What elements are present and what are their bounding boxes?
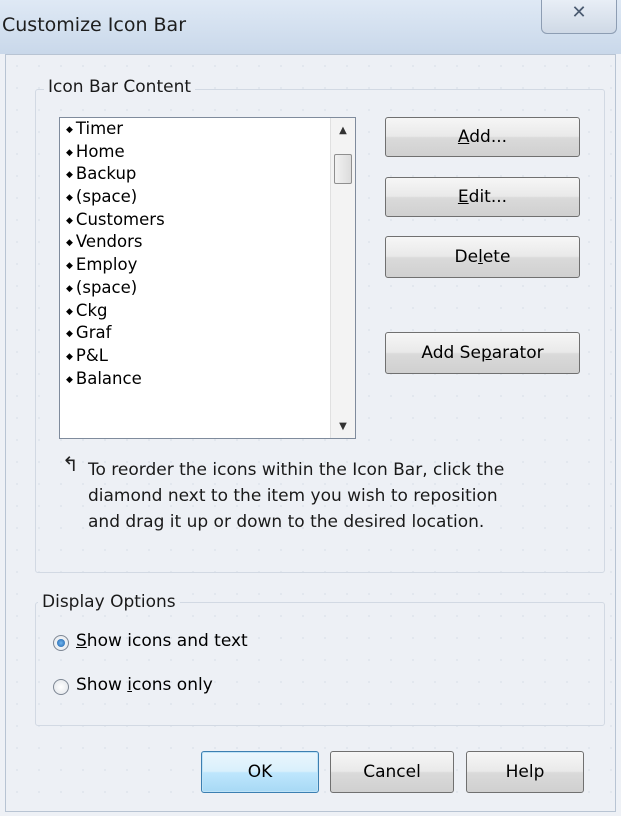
list-item[interactable]: ◆ Balance — [60, 368, 355, 391]
list-item-label: (space) — [75, 187, 138, 207]
scroll-down-arrow-icon[interactable]: ▼ — [331, 416, 355, 438]
list-item-label: Customers — [75, 209, 165, 229]
ok-button[interactable]: OK — [201, 751, 319, 793]
add-separator-label-post: arator — [491, 343, 544, 363]
list-item[interactable]: ◆ Ckg — [60, 300, 355, 323]
reorder-hint-line-2: diamond next to the item you wish to rep… — [88, 486, 498, 506]
window-title: Customize Icon Bar — [2, 14, 187, 36]
list-item-label: Graf — [75, 323, 112, 343]
add-separator-button[interactable]: Add Separator — [385, 332, 580, 374]
close-button[interactable]: ✕ — [541, 0, 617, 34]
cancel-button[interactable]: Cancel — [330, 751, 454, 793]
customize-icon-bar-window: Customize Icon Bar ✕ Icon Bar Content ◆ T… — [0, 0, 621, 816]
list-item[interactable]: ◆ Home — [60, 141, 355, 164]
delete-button-label-post: ete — [482, 247, 511, 267]
reorder-arrow-icon: ↰ — [62, 452, 79, 476]
diamond-icon[interactable]: ◆ — [66, 329, 73, 339]
show-icons-only-radio[interactable] — [53, 679, 69, 695]
title-bar[interactable]: Customize Icon Bar ✕ — [0, 0, 621, 54]
show-icons-and-text-label[interactable]: Show icons and text — [76, 631, 248, 651]
list-item-label: Backup — [75, 164, 137, 184]
icon-bar-content-legend: Icon Bar Content — [44, 77, 196, 97]
list-item-label: Timer — [75, 119, 124, 138]
add-button-label-post: dd... — [469, 127, 508, 147]
scroll-up-arrow-icon[interactable]: ▲ — [331, 120, 355, 142]
edit-button[interactable]: Edit... — [385, 177, 580, 217]
list-scrollbar[interactable]: ▲ ▼ — [330, 118, 355, 438]
reorder-hint-line-1: To reorder the icons within the Icon Bar… — [88, 460, 505, 480]
add-separator-label-pre: Add Se — [421, 343, 481, 363]
list-item-label: Vendors — [75, 232, 143, 252]
edit-button-access-key: E — [457, 187, 469, 207]
list-item-label: Balance — [75, 368, 142, 388]
icon-bar-items-list[interactable]: ◆ Timer ◆ Home ◆ Backup ◆ (space) ◆ Customers ◆ Ven… — [59, 117, 356, 439]
list-item[interactable]: ◆ Backup — [60, 163, 355, 186]
list-item[interactable]: ◆ Vendors — [60, 231, 355, 254]
list-item[interactable]: ◆ (space) — [60, 277, 355, 300]
edit-button-label-post: dit... — [468, 187, 508, 207]
show-icons-and-text-radio[interactable] — [53, 635, 69, 651]
list-items-container: ◆ Timer ◆ Home ◆ Backup ◆ (space) ◆ Customers ◆ Ven… — [60, 118, 355, 390]
show-icons-only-label-pre: Show — [76, 675, 128, 695]
list-item[interactable]: ◆ (space) — [60, 186, 355, 209]
list-item-label: Ckg — [75, 300, 108, 320]
show-icons-only-label-rest: cons only — [132, 675, 213, 695]
list-item-label: Employ — [75, 255, 138, 275]
close-icon: ✕ — [571, 2, 587, 23]
show-icons-and-text-access-key: S — [76, 631, 87, 651]
diamond-icon[interactable]: ◆ — [66, 284, 73, 294]
delete-button[interactable]: Delete — [385, 236, 580, 278]
reorder-hint-line-3: and drag it up or down to the desired lo… — [88, 512, 485, 532]
list-item[interactable]: ◆ Employ — [60, 254, 355, 277]
diamond-icon[interactable]: ◆ — [66, 193, 73, 203]
list-item[interactable]: ◆ Customers — [60, 209, 355, 232]
diamond-icon[interactable]: ◆ — [66, 352, 73, 362]
help-button[interactable]: Help — [466, 751, 584, 793]
diamond-icon[interactable]: ◆ — [66, 307, 73, 317]
diamond-icon[interactable]: ◆ — [66, 125, 73, 135]
list-item[interactable]: ◆ P&L — [60, 345, 355, 368]
scroll-thumb[interactable] — [334, 154, 352, 184]
show-icons-only-label[interactable]: Show icons only — [76, 675, 213, 695]
list-item[interactable]: ◆ Graf — [60, 322, 355, 345]
add-separator-access-key: p — [480, 343, 492, 363]
diamond-icon[interactable]: ◆ — [66, 148, 73, 158]
show-icons-and-text-label-rest: how icons and text — [86, 631, 248, 651]
diamond-icon[interactable]: ◆ — [66, 261, 73, 271]
delete-button-label-pre: De — [454, 247, 479, 267]
display-options-legend: Display Options — [38, 592, 180, 612]
add-button[interactable]: Add... — [385, 117, 580, 157]
diamond-icon[interactable]: ◆ — [66, 375, 73, 385]
list-item[interactable]: ◆ Timer — [60, 118, 355, 141]
diamond-icon[interactable]: ◆ — [66, 238, 73, 248]
add-button-access-key: A — [457, 127, 470, 147]
list-item-label: Home — [75, 141, 125, 161]
list-item-label: (space) — [75, 277, 138, 297]
diamond-icon[interactable]: ◆ — [66, 216, 73, 226]
display-options-group — [35, 602, 605, 726]
list-item-label: P&L — [75, 345, 108, 365]
diamond-icon[interactable]: ◆ — [66, 170, 73, 180]
